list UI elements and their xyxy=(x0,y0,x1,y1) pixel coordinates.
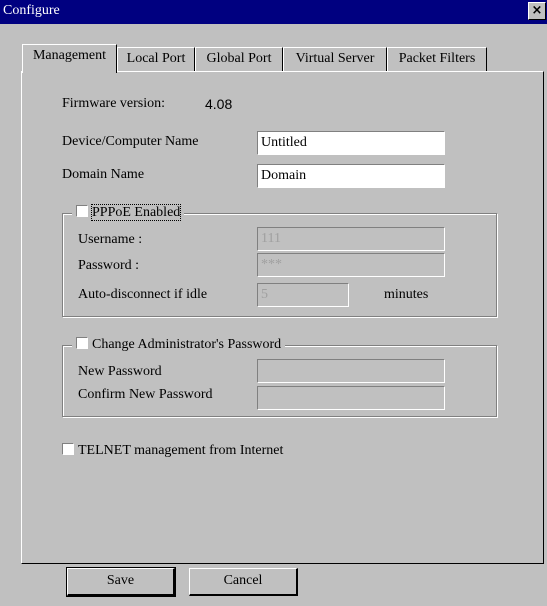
tab-local-port[interactable]: Local Port xyxy=(117,47,195,71)
tab-virtual-server[interactable]: Virtual Server xyxy=(283,47,387,71)
tab-label: Management xyxy=(32,48,107,63)
auto-disconnect-input[interactable]: 5 xyxy=(257,283,349,307)
auto-disconnect-label: Auto-disconnect if idle xyxy=(78,287,208,302)
save-button[interactable]: Save xyxy=(66,567,176,597)
confirm-password-input[interactable] xyxy=(257,386,445,410)
tab-label: Global Port xyxy=(206,51,272,66)
username-label: Username : xyxy=(78,232,143,247)
firmware-label: Firmware version: xyxy=(62,96,166,111)
cancel-button[interactable]: Cancel xyxy=(189,568,298,596)
close-icon: × xyxy=(531,3,543,18)
title-bar: Configure × xyxy=(0,0,547,24)
pppoe-checkbox-box[interactable] xyxy=(76,205,88,217)
confirm-password-label: Confirm New Password xyxy=(78,387,213,402)
new-password-label: New Password xyxy=(78,364,162,379)
password-input[interactable]: *** xyxy=(257,253,445,277)
admin-password-label: Change Administrator's Password xyxy=(92,337,282,352)
tab-label: Local Port xyxy=(126,51,186,66)
tab-management[interactable]: Management xyxy=(22,44,117,73)
pppoe-checkbox[interactable]: PPPoE Enabled xyxy=(72,204,185,222)
window-title: Configure xyxy=(3,3,60,18)
username-input[interactable]: 111 xyxy=(257,227,445,251)
pppoe-label: PPPoE Enabled xyxy=(90,204,182,221)
device-name-input[interactable]: Untitled xyxy=(257,131,445,155)
domain-name-input[interactable]: Domain xyxy=(257,164,445,188)
device-name-label: Device/Computer Name xyxy=(62,134,199,149)
admin-password-checkbox-box[interactable] xyxy=(76,337,88,349)
minutes-label: minutes xyxy=(384,287,429,302)
new-password-input[interactable] xyxy=(257,359,445,383)
domain-name-label: Domain Name xyxy=(62,167,145,182)
telnet-checkbox[interactable]: TELNET management from Internet xyxy=(62,443,283,459)
admin-password-checkbox[interactable]: Change Administrator's Password xyxy=(72,336,286,354)
firmware-value: 4.08 xyxy=(205,96,233,112)
tab-label: Packet Filters xyxy=(398,51,476,66)
close-button[interactable]: × xyxy=(528,2,546,20)
telnet-label: TELNET management from Internet xyxy=(78,443,284,458)
telnet-checkbox-box[interactable] xyxy=(62,443,74,455)
tab-global-port[interactable]: Global Port xyxy=(195,47,283,71)
tab-label: Virtual Server xyxy=(295,51,375,66)
password-label: Password : xyxy=(78,258,140,273)
tab-packet-filters[interactable]: Packet Filters xyxy=(387,47,487,71)
